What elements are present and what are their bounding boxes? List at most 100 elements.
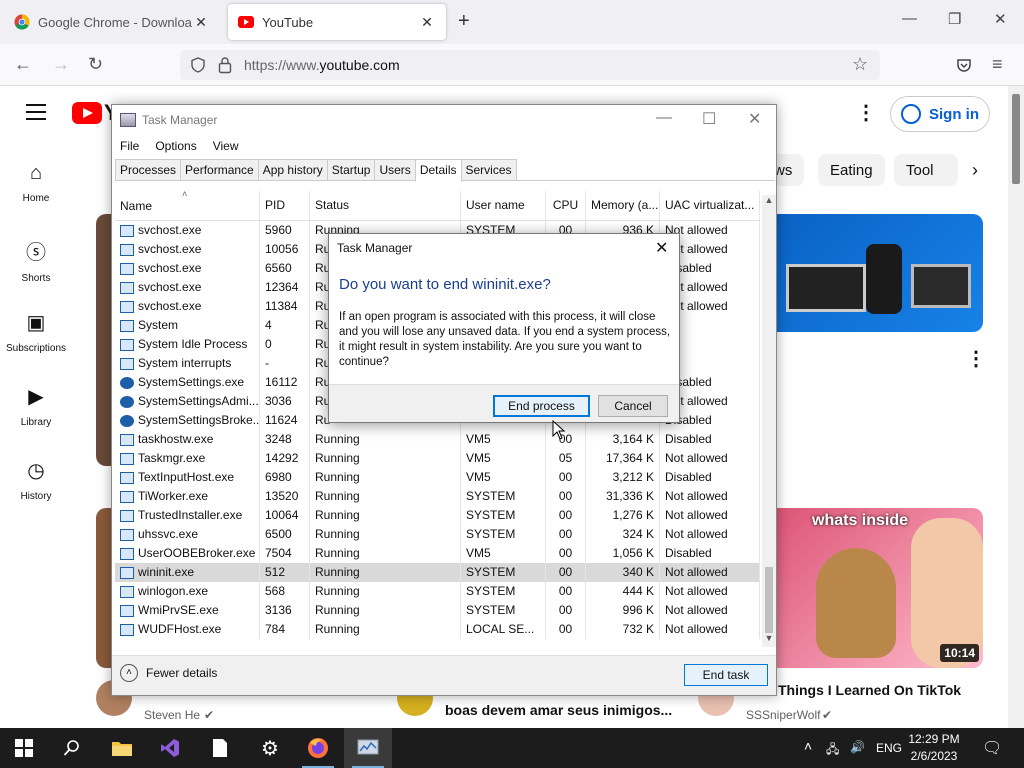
tab-details[interactable]: Details: [414, 159, 462, 182]
table-row[interactable]: TiWorker.exe 13520 Running SYSTEM 00 31,336 K…: [115, 487, 760, 506]
taskbar-task-manager[interactable]: [344, 728, 392, 768]
table-scrollbar[interactable]: ▲ ▼: [762, 195, 776, 647]
video-thumbnail-left[interactable]: [96, 214, 112, 466]
table-row[interactable]: WUDFHost.exe 784 Running LOCAL SE... 00 732 K…: [115, 620, 760, 639]
start-button[interactable]: [0, 728, 48, 768]
column-header-memory[interactable]: Memory (a...: [586, 191, 660, 220]
shield-icon[interactable]: [190, 57, 206, 73]
taskbar-notepad[interactable]: [196, 728, 244, 768]
tab-processes[interactable]: Processes: [115, 159, 182, 180]
taskbar-settings[interactable]: ⚙: [246, 728, 294, 768]
end-process-button[interactable]: End process: [493, 395, 590, 417]
network-icon[interactable]: 🖧: [826, 740, 839, 761]
lock-icon[interactable]: [218, 56, 232, 74]
chip-eating[interactable]: Eating: [818, 154, 885, 186]
table-row[interactable]: uhssvc.exe 6500 Running SYSTEM 00 324 K Not al…: [115, 525, 760, 544]
tab-services[interactable]: Services: [460, 159, 517, 180]
scroll-up-icon[interactable]: ▲: [762, 195, 776, 209]
hamburger-menu-icon[interactable]: ≡: [992, 54, 1003, 75]
chevron-right-icon[interactable]: ›: [972, 160, 978, 181]
sidebar-item-history[interactable]: ◷ History: [0, 458, 72, 502]
guide-menu-icon[interactable]: [26, 104, 46, 125]
reload-icon[interactable]: ↻: [88, 54, 103, 75]
tray-chevron-up-icon[interactable]: ˄: [804, 738, 812, 754]
table-row[interactable]: winlogon.exe 568 Running SYSTEM 00 444 K Not a…: [115, 582, 760, 601]
table-row[interactable]: UserOOBEBroker.exe 7504 Running VM5 00 1,056 …: [115, 544, 760, 563]
volume-icon[interactable]: 🔊: [850, 740, 865, 754]
cancel-button[interactable]: Cancel: [598, 395, 668, 417]
new-tab-button[interactable]: +: [458, 10, 470, 33]
sidebar-item-subscriptions[interactable]: ▣ Subscriptions: [0, 310, 72, 354]
column-header-user[interactable]: User name: [461, 191, 546, 220]
video-title[interactable]: Things I Learned On TikTok: [778, 682, 961, 698]
sign-in-button[interactable]: Sign in: [890, 96, 990, 132]
page-scrollbar[interactable]: [1008, 86, 1024, 728]
end-task-button[interactable]: End task: [684, 664, 768, 686]
language-indicator[interactable]: ENG: [876, 741, 902, 755]
video-thumbnail-spectrum[interactable]: [776, 214, 983, 332]
tab-app-history[interactable]: App history: [257, 159, 328, 180]
scrollbar-thumb[interactable]: [1012, 94, 1020, 184]
column-header-pid[interactable]: PID: [260, 191, 310, 220]
table-row[interactable]: taskhostw.exe 3248 Running VM5 00 3,164 K Disa…: [115, 430, 760, 449]
video-title[interactable]: boas devem amar seus inimigos...: [445, 702, 672, 718]
taskbar-firefox[interactable]: [294, 728, 342, 768]
close-tab-icon[interactable]: ✕: [192, 14, 210, 31]
column-header-uac[interactable]: UAC virtualizat...: [660, 191, 760, 220]
restore-icon[interactable]: ❐: [948, 10, 961, 28]
menu-view[interactable]: View: [205, 136, 247, 156]
table-row[interactable]: Taskmgr.exe 14292 Running VM5 05 17,364 K Not …: [115, 449, 760, 468]
close-window-icon[interactable]: ✕: [994, 10, 1007, 28]
column-header-cpu[interactable]: CPU: [546, 191, 586, 220]
settings-kebab-icon[interactable]: ⋮: [856, 100, 876, 125]
process-window-icon: [120, 262, 134, 275]
channel-name[interactable]: Steven He: [144, 708, 200, 722]
fewer-details-button[interactable]: ˄ Fewer details: [120, 664, 217, 682]
minimize-icon[interactable]: —: [656, 109, 672, 127]
taskbar-visual-studio[interactable]: [146, 728, 194, 768]
close-dialog-icon[interactable]: ✕: [655, 238, 668, 258]
back-icon[interactable]: ←: [14, 54, 32, 75]
chip-tool[interactable]: Tool: [894, 154, 958, 186]
table-row[interactable]: TextInputHost.exe 6980 Running VM5 00 3,212 K…: [115, 468, 760, 487]
minimize-icon[interactable]: —: [902, 10, 917, 27]
notifications-icon[interactable]: 🗨: [982, 738, 1002, 758]
table-row[interactable]: TrustedInstaller.exe 10064 Running SYSTEM 00…: [115, 506, 760, 525]
tab-performance[interactable]: Performance: [180, 159, 259, 180]
close-tab-icon[interactable]: ✕: [418, 14, 436, 31]
sidebar-item-shorts[interactable]: ⓢ Shorts: [0, 236, 72, 284]
bookmark-star-icon[interactable]: ☆: [852, 54, 868, 75]
column-header-name[interactable]: Name: [115, 191, 260, 220]
window-title-bar[interactable]: Task Manager — ☐ ✕: [112, 105, 776, 135]
verified-icon: ✔: [204, 708, 215, 722]
tab-users[interactable]: Users: [374, 159, 416, 180]
close-window-icon[interactable]: ✕: [748, 109, 761, 129]
forward-icon[interactable]: →: [52, 54, 70, 75]
maximize-icon[interactable]: ☐: [702, 109, 716, 129]
pocket-icon[interactable]: [956, 57, 972, 73]
table-row[interactable]: WmiPrvSE.exe 3136 Running SYSTEM 00 996 K Not …: [115, 601, 760, 620]
scroll-down-icon[interactable]: ▼: [762, 633, 776, 647]
clock[interactable]: 12:29 PM 2/6/2023: [904, 731, 964, 765]
sidebar-item-library[interactable]: ▶ Library: [0, 384, 72, 428]
url-bar[interactable]: https://www.youtube.com ☆: [180, 50, 880, 80]
video-thumbnail-left[interactable]: [96, 508, 112, 668]
tab-google-chrome[interactable]: Google Chrome - Download th ✕: [4, 4, 220, 40]
tab-startup[interactable]: Startup: [326, 159, 376, 180]
scrollbar-thumb[interactable]: [765, 567, 773, 633]
menu-file[interactable]: File: [112, 136, 147, 156]
video-thumbnail-whats-inside[interactable]: whats inside 10:14: [776, 508, 983, 668]
video-options-icon[interactable]: ⋮: [966, 346, 986, 371]
taskbar-file-explorer[interactable]: [98, 728, 146, 768]
menu-options[interactable]: Options: [147, 136, 204, 156]
process-user: SYSTEM: [461, 563, 546, 582]
tab-youtube[interactable]: YouTube ✕: [228, 4, 446, 40]
table-row[interactable]: wininit.exe 512 Running SYSTEM 00 340 K Not al…: [115, 563, 760, 582]
column-header-status[interactable]: Status: [310, 191, 461, 220]
youtube-logo-icon[interactable]: [72, 102, 102, 124]
channel-name[interactable]: SSSniperWolf: [746, 708, 820, 722]
process-name-cell: System: [115, 316, 260, 335]
process-pid: 13520: [260, 487, 310, 506]
sidebar-item-home[interactable]: ⌂ Home: [0, 162, 72, 204]
search-button[interactable]: [48, 728, 96, 768]
